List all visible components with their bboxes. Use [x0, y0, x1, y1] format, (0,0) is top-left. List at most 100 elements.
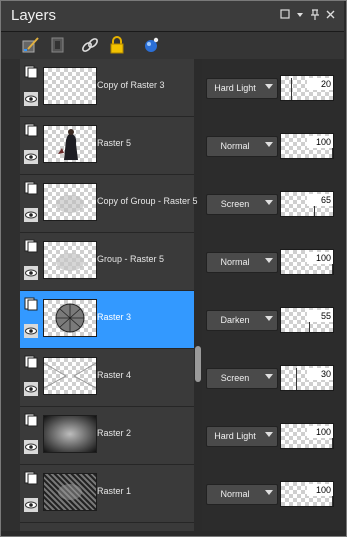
opacity-value[interactable]: 100 [307, 136, 333, 148]
blend-mode-label: Screen [220, 373, 250, 383]
opacity-slider[interactable]: 20 [280, 75, 334, 101]
blend-mode-label: Normal [220, 141, 250, 151]
blend-mode-select[interactable]: Screen [206, 194, 278, 215]
edit-layer-icon[interactable] [21, 35, 41, 55]
layer-thumbnail[interactable] [43, 357, 97, 395]
splitter[interactable] [194, 59, 202, 531]
visibility-eye-icon[interactable] [24, 150, 38, 164]
layer-row[interactable]: Raster 1 [20, 465, 194, 523]
chevron-down-icon [265, 490, 273, 495]
close-icon[interactable] [323, 9, 337, 23]
opacity-value[interactable]: 100 [307, 252, 333, 264]
opacity-slider[interactable]: 100 [280, 249, 334, 275]
layer-row-selected[interactable]: Raster 3 [20, 291, 194, 349]
opacity-slider[interactable]: 55 [280, 307, 334, 333]
layer-row[interactable]: Raster 5 [20, 117, 194, 175]
visibility-eye-icon[interactable] [24, 498, 38, 512]
opacity-indicator [291, 78, 292, 100]
layer-thumbnail[interactable] [43, 415, 97, 453]
blend-mode-select[interactable]: Hard Light [206, 78, 278, 99]
raster-layer-icon [24, 355, 38, 369]
layer-thumbnail[interactable] [43, 125, 97, 163]
blend-mode-select[interactable]: Hard Light [206, 426, 278, 447]
opacity-value[interactable]: 30 [307, 368, 333, 380]
layer-controls: Screen 30 [202, 349, 344, 406]
blend-mode-select[interactable]: Screen [206, 368, 278, 389]
layer-controls: Normal 100 [202, 465, 344, 522]
chevron-down-icon [265, 84, 273, 89]
blend-mode-label: Hard Light [214, 83, 256, 93]
visibility-eye-icon[interactable] [24, 324, 38, 338]
layers-gutter [1, 59, 20, 531]
blend-mode-select[interactable]: Normal [206, 484, 278, 505]
visibility-eye-icon[interactable] [24, 208, 38, 222]
layer-controls: Darken 55 [202, 291, 344, 348]
layer-controls: Hard Light 20 [202, 59, 344, 116]
blend-mode-select[interactable]: Darken [206, 310, 278, 331]
layer-row[interactable]: Copy of Group - Raster 5 [20, 175, 198, 233]
panel-title: Layers [11, 7, 57, 24]
visibility-eye-icon[interactable] [24, 382, 38, 396]
blend-mode-label: Darken [220, 315, 250, 325]
layer-name[interactable]: Raster 5 [97, 138, 131, 148]
opacity-indicator [296, 368, 297, 390]
opacity-slider[interactable]: 30 [280, 365, 334, 391]
blend-mode-label: Normal [220, 257, 250, 267]
dropdown-icon[interactable] [293, 9, 307, 23]
opacity-value[interactable]: 100 [307, 484, 333, 496]
layer-thumbnail[interactable] [43, 183, 97, 221]
raster-layer-icon [24, 65, 38, 79]
layer-row[interactable]: Copy of Raster 3 [20, 59, 194, 117]
raster-layer-icon [24, 297, 38, 311]
pin-icon[interactable] [308, 9, 322, 23]
opacity-value[interactable]: 20 [307, 78, 333, 90]
chevron-down-icon [265, 258, 273, 263]
visibility-eye-icon[interactable] [24, 266, 38, 280]
layer-name[interactable]: Raster 3 [97, 312, 131, 322]
layers-toolbar [1, 32, 344, 60]
blend-mode-select[interactable]: Normal [206, 252, 278, 273]
layer-name[interactable]: Raster 1 [97, 486, 131, 496]
opacity-value[interactable]: 100 [307, 426, 333, 438]
layer-controls: Screen 65 [202, 175, 344, 232]
layer-name[interactable]: Raster 2 [97, 428, 131, 438]
opacity-slider[interactable]: 100 [280, 133, 334, 159]
figure-image [58, 129, 78, 160]
lock-icon[interactable] [107, 35, 127, 55]
layer-thumbnail[interactable] [43, 299, 97, 337]
chevron-down-icon [265, 200, 273, 205]
layer-name[interactable]: Copy of Raster 3 [97, 80, 165, 90]
opacity-value[interactable]: 65 [307, 194, 333, 206]
raster-layer-icon [24, 181, 38, 195]
raster-layer-icon [24, 413, 38, 427]
link-icon[interactable] [80, 35, 100, 55]
visibility-eye-icon[interactable] [24, 92, 38, 106]
opacity-slider[interactable]: 100 [280, 423, 334, 449]
layer-row[interactable]: Raster 4 [20, 349, 194, 407]
layer-name[interactable]: Raster 4 [97, 370, 131, 380]
chevron-down-icon [265, 142, 273, 147]
visibility-eye-icon[interactable] [24, 440, 38, 454]
layer-controls: Normal 100 [202, 117, 344, 174]
layer-name[interactable]: Copy of Group - Raster 5 [97, 196, 198, 206]
chevron-down-icon [265, 316, 273, 321]
layer-mask-icon[interactable] [48, 35, 68, 55]
new-layer-icon[interactable] [141, 35, 161, 55]
layer-row[interactable]: Group - Raster 5 [20, 233, 194, 291]
chevron-down-icon [265, 432, 273, 437]
blend-mode-label: Screen [220, 199, 250, 209]
raster-layer-icon [24, 239, 38, 253]
layer-thumbnail[interactable] [43, 67, 97, 105]
layer-controls: Normal 100 [202, 233, 344, 290]
opacity-slider[interactable]: 65 [280, 191, 334, 217]
layer-name[interactable]: Group - Raster 5 [97, 254, 164, 264]
maximize-icon[interactable] [278, 9, 292, 23]
layer-row[interactable]: Raster 2 [20, 407, 194, 465]
blend-mode-select[interactable]: Normal [206, 136, 278, 157]
layer-thumbnail[interactable] [43, 241, 97, 279]
layer-controls: Hard Light 100 [202, 407, 344, 464]
opacity-slider[interactable]: 100 [280, 481, 334, 507]
layer-thumbnail[interactable] [43, 473, 97, 511]
splitter-handle[interactable] [195, 346, 201, 382]
opacity-value[interactable]: 55 [307, 310, 333, 322]
